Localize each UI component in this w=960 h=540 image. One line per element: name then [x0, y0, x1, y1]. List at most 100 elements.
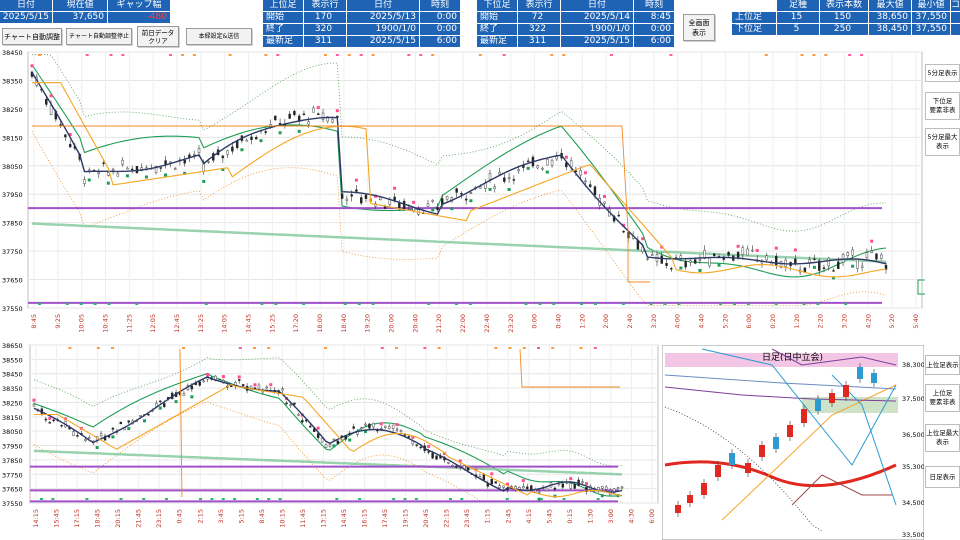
candle-body	[870, 250, 873, 254]
candle-body	[875, 253, 878, 260]
candle-body	[84, 439, 87, 441]
buy-signal-marker	[450, 207, 454, 211]
candle-body	[391, 424, 395, 429]
x-tick-label: 23:20	[507, 314, 515, 333]
candle-body	[670, 268, 673, 270]
candle-body	[49, 105, 53, 115]
lower-row-rows: 311	[518, 36, 560, 47]
candle-body	[135, 166, 139, 174]
candle-body	[321, 112, 325, 120]
chart-auto-adjust-stop-button[interactable]: チャート自動調整停止	[66, 28, 132, 45]
buy-signal-marker	[545, 170, 549, 174]
candle-body	[860, 265, 864, 268]
sell-signal-marker	[48, 416, 52, 420]
candle-body	[119, 421, 123, 425]
daily-candle-body	[843, 385, 849, 397]
lower-row-date: 2025/5/15	[561, 36, 633, 47]
candle-body	[503, 177, 506, 182]
five-min-max-button[interactable]: 5分足最大 表示	[925, 128, 960, 156]
bottom-signal-dot	[562, 498, 566, 500]
bottom-signal-dot	[816, 303, 820, 305]
range-row-count: 150	[820, 12, 868, 23]
candle-body	[589, 184, 592, 187]
upper-max-button[interactable]: 上位足最大 表示	[925, 424, 960, 452]
chart-auto-adjust-button[interactable]: チャート自動調整	[2, 28, 62, 45]
candle-body	[622, 230, 625, 233]
upper-header-0: 上位足	[263, 0, 303, 11]
candle-body	[214, 375, 217, 380]
x-tick-label: 22:15	[443, 509, 451, 528]
clear-prev-day-button[interactable]: 前日データ クリア	[137, 26, 179, 47]
five-min-show-button[interactable]: 5分足表示	[925, 64, 960, 82]
candle-body	[241, 384, 245, 386]
y-tick-label: 38350	[2, 385, 23, 393]
upper-row-date: 1900/1/0	[347, 24, 419, 35]
sell-signal-marker	[30, 64, 34, 68]
candle-body	[451, 465, 454, 467]
sell-signal-marker	[641, 237, 645, 241]
x-tick-label: 20:00	[388, 314, 396, 333]
buy-signal-marker	[142, 419, 146, 423]
x-tick-label: 6:00	[648, 509, 656, 524]
x-tick-label: 1:30	[586, 509, 594, 524]
candle-body	[97, 172, 100, 175]
range-header: 最大値	[869, 0, 911, 11]
range-row-name: 下位足	[732, 24, 776, 35]
y-tick-label: 37850	[2, 220, 23, 228]
top-signal-dot	[478, 54, 482, 56]
price-value: 37,650	[53, 12, 107, 23]
candle-body	[183, 159, 186, 164]
lower-row-label: 開始	[477, 12, 517, 23]
x-tick-label: 0:45	[176, 509, 184, 524]
sell-signal-marker	[603, 195, 607, 199]
bottom-signal-dot	[142, 498, 146, 500]
range-row-min: 37,550	[912, 12, 950, 23]
top-signal-dot	[68, 347, 72, 349]
fullscreen-button[interactable]: 全画面 表示	[683, 14, 715, 41]
x-tick-label: 21:45	[135, 509, 143, 528]
y-tick-label: 37750	[2, 471, 23, 479]
sell-signal-marker	[774, 246, 778, 250]
candle-body	[182, 393, 186, 397]
x-tick-label: 20:45	[422, 509, 430, 528]
x-tick-label: 22:40	[483, 314, 491, 333]
candle-body	[569, 483, 572, 489]
daily-candle-body	[857, 367, 863, 379]
mail-send-button[interactable]: 本緑設定&送信	[186, 28, 252, 45]
candle-body	[198, 381, 201, 386]
range-row-count: 250	[820, 24, 868, 35]
range-row-min: 37,550	[912, 24, 950, 35]
x-tick-label: 10:15	[278, 509, 286, 528]
x-tick-label: 2:40	[626, 314, 634, 329]
candle-body	[328, 444, 332, 447]
y-tick-label: 38650	[2, 343, 23, 350]
x-tick-label: 17:20	[292, 314, 300, 333]
lower-hide-button[interactable]: 下位足 要素非表	[925, 92, 960, 120]
daily-y-tick-label: 34,500	[902, 499, 924, 507]
y-tick-label: 37550	[2, 305, 23, 313]
candle-body	[309, 425, 312, 428]
sell-signal-marker	[316, 426, 320, 430]
price-header: 現在値	[53, 0, 107, 11]
sell-signal-marker	[521, 479, 525, 483]
upper-show-button[interactable]: 上位足表示	[925, 355, 960, 375]
candle-body	[573, 483, 576, 489]
upper-hide-button[interactable]: 上位足 要素非表	[925, 384, 960, 412]
x-tick-label: 19:20	[364, 314, 372, 333]
candle-body	[555, 156, 559, 160]
top-signal-dot	[180, 54, 184, 56]
x-tick-label: 0:40	[554, 314, 562, 329]
candle-body	[355, 189, 358, 192]
bottom-signal-dot	[774, 303, 778, 305]
range-row-extra	[951, 24, 960, 35]
daily-candle-body	[801, 409, 807, 423]
bottom-signal-dot	[448, 498, 452, 500]
daily-show-button[interactable]: 日足表示	[925, 466, 960, 488]
candle-body	[727, 252, 730, 256]
x-tick-label: 20:40	[411, 314, 419, 333]
x-tick-label: 2:15	[196, 509, 204, 524]
candle-body	[265, 386, 269, 389]
bottom-signal-dot	[733, 303, 736, 305]
daily-candle-body	[729, 453, 735, 465]
bottom-signal-dot	[267, 498, 271, 500]
